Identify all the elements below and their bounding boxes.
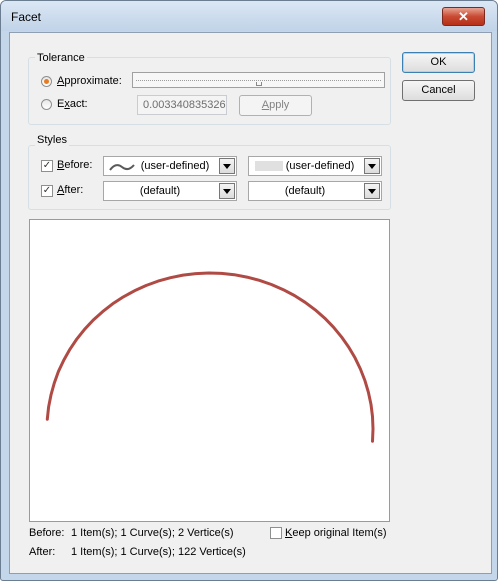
before-style-value: (user-defined) (140, 160, 210, 172)
chevron-down-icon (364, 183, 380, 199)
chevron-down-icon (219, 158, 235, 174)
exact-label: Exact: (57, 98, 88, 110)
approximate-label: Approximate: (57, 75, 122, 87)
after-style-select[interactable]: (default) (103, 181, 237, 201)
wave-line-icon (109, 164, 135, 171)
tolerance-slider[interactable] (132, 72, 385, 88)
keep-original-checkbox[interactable] (270, 527, 282, 539)
before-color-value: (user-defined) (285, 160, 355, 172)
dialog-title: Facet (11, 10, 42, 24)
footer-before-value: 1 Item(s); 1 Curve(s); 2 Vertice(s) (71, 527, 234, 539)
styles-group-label: Styles (35, 134, 69, 146)
before-style-label: Before: (57, 159, 93, 171)
after-color-value: (default) (284, 185, 326, 197)
title-bar: Facet ✕ (1, 1, 497, 31)
before-checkbox[interactable]: ✓ (41, 160, 53, 172)
approximate-label-rest: pproximate: (64, 75, 122, 87)
close-icon: ✕ (458, 9, 469, 24)
before-style-select[interactable]: (user-defined) (103, 156, 237, 176)
footer-after-label: After: (29, 546, 56, 558)
after-style-value: (default) (139, 185, 181, 197)
after-checkbox[interactable]: ✓ (41, 185, 53, 197)
footer-before-label: Before: (29, 527, 65, 539)
after-color-select[interactable]: (default) (248, 181, 382, 201)
radio-selected-dot (44, 79, 49, 84)
slider-thumb[interactable] (256, 82, 262, 86)
ok-button[interactable]: OK (402, 52, 475, 73)
facet-dialog: Facet ✕ Tolerance Approximate: Exact: 0.… (0, 0, 498, 581)
exact-radio[interactable] (41, 99, 52, 110)
check-icon: ✓ (42, 160, 52, 171)
before-color-select[interactable]: (user-defined) (248, 156, 382, 176)
apply-button[interactable]: Apply (239, 95, 312, 116)
keep-original-label: Keep original Item(s) (285, 527, 387, 539)
exact-value-text: 0.003340835326 (143, 99, 226, 111)
dialog-client: Tolerance Approximate: Exact: 0.00334083… (9, 32, 492, 574)
after-style-label: After: (57, 184, 84, 196)
chevron-down-icon (219, 183, 235, 199)
exact-value-field[interactable]: 0.003340835326 (137, 95, 227, 115)
check-icon: ✓ (42, 185, 52, 196)
facet-preview (29, 219, 390, 522)
preview-canvas (45, 271, 375, 443)
chevron-down-icon (364, 158, 380, 174)
approximate-radio[interactable] (41, 76, 52, 87)
footer-after-value: 1 Item(s); 1 Curve(s); 122 Vertice(s) (71, 546, 246, 558)
tolerance-group-label: Tolerance (35, 52, 87, 64)
cancel-button[interactable]: Cancel (402, 80, 475, 101)
close-button[interactable]: ✕ (442, 7, 485, 26)
faceted-curve (45, 271, 375, 443)
